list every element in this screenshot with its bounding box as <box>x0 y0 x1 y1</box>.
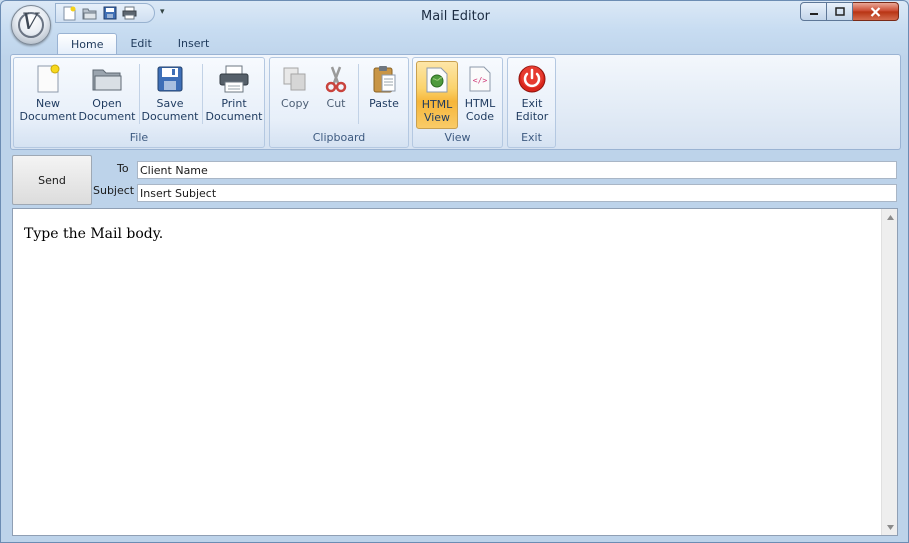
globe-page-icon <box>420 62 454 98</box>
cut-label: Cut <box>326 97 346 110</box>
html-view-label-line2: View <box>423 111 451 124</box>
tab-edit[interactable]: Edit <box>117 33 164 55</box>
group-label-clipboard: Clipboard <box>312 131 366 144</box>
app-window: ▾ Mail Editor V Home Edit Insert New Doc… <box>0 0 909 543</box>
to-label: To <box>117 162 129 175</box>
copy-label: Copy <box>281 97 309 110</box>
html-view-label-line1: HTML <box>421 98 453 111</box>
ribbon-tabs: Home Edit Insert <box>57 33 222 55</box>
clipboard-group-separator <box>358 64 359 124</box>
print-document-label-line1: Print <box>221 97 247 110</box>
code-page-icon: </> <box>463 61 497 97</box>
close-icon <box>870 6 881 17</box>
save-document-label-line2: Document <box>141 110 199 123</box>
ribbon-panel: New Document Open Document Save Document <box>10 54 901 150</box>
ribbon-group-exit: Exit Editor Exit <box>507 57 556 148</box>
html-view-button[interactable]: HTML View <box>416 61 458 129</box>
paste-button[interactable]: Paste <box>364 61 404 129</box>
printer-icon <box>217 61 251 97</box>
close-button[interactable] <box>853 2 899 21</box>
open-document-button[interactable]: Open Document <box>77 61 137 129</box>
new-document-button[interactable]: New Document <box>18 61 78 129</box>
maximize-icon <box>834 7 845 16</box>
html-code-button[interactable]: </> HTML Code <box>459 61 501 129</box>
svg-text:</>: </> <box>473 76 488 85</box>
mail-body-editor[interactable]: Type the Mail body. <box>12 208 898 536</box>
ribbon-group-file: New Document Open Document Save Document <box>13 57 265 148</box>
clipboard-paste-icon <box>367 61 401 97</box>
open-document-label-line2: Document <box>78 110 136 123</box>
open-document-label-line1: Open <box>92 97 122 110</box>
app-logo-letter: V <box>22 10 38 35</box>
scroll-down-arrow-icon[interactable] <box>882 519 898 535</box>
minimize-button[interactable] <box>800 2 827 21</box>
html-code-label-line2: Code <box>465 110 495 123</box>
window-controls <box>800 2 899 21</box>
exit-editor-button[interactable]: Exit Editor <box>511 61 553 129</box>
send-button[interactable]: Send <box>12 155 92 205</box>
file-group-separator-2 <box>202 64 203 124</box>
maximize-button[interactable] <box>827 2 853 21</box>
paste-label: Paste <box>369 97 399 110</box>
subject-input[interactable] <box>137 184 897 202</box>
save-disk-icon <box>153 61 187 97</box>
tab-home[interactable]: Home <box>57 33 118 55</box>
new-document-label-line1: New <box>36 97 60 110</box>
scissors-icon <box>319 61 353 97</box>
application-menu-button[interactable]: V <box>11 5 51 45</box>
exit-editor-label-line1: Exit <box>521 97 543 110</box>
group-label-exit: Exit <box>521 131 542 144</box>
editor-vertical-scrollbar[interactable] <box>881 209 897 535</box>
new-document-icon <box>31 61 65 97</box>
group-label-view: View <box>444 131 471 144</box>
new-document-label-line2: Document <box>19 110 77 123</box>
cut-button[interactable]: Cut <box>317 61 355 129</box>
print-document-label-line2: Document <box>205 110 263 123</box>
ribbon-group-view: HTML View </> HTML Code View <box>412 57 503 148</box>
open-folder-icon <box>90 61 124 97</box>
power-icon <box>515 61 549 97</box>
to-input[interactable] <box>137 161 897 179</box>
scroll-up-arrow-icon[interactable] <box>882 209 898 225</box>
exit-editor-label-line2: Editor <box>515 110 549 123</box>
subject-label: Subject <box>93 184 135 197</box>
print-document-button[interactable]: Print Document <box>204 61 264 129</box>
copy-icon <box>278 61 312 97</box>
tab-insert[interactable]: Insert <box>165 33 223 55</box>
group-label-file: File <box>129 131 149 144</box>
save-document-label-line1: Save <box>156 97 184 110</box>
minimize-icon <box>809 12 818 15</box>
copy-button[interactable]: Copy <box>276 61 314 129</box>
window-title: Mail Editor <box>420 9 490 24</box>
mail-body-text[interactable]: Type the Mail body. <box>24 226 163 242</box>
save-document-button[interactable]: Save Document <box>140 61 200 129</box>
title-bar[interactable]: ▾ Mail Editor <box>1 1 908 31</box>
html-code-label-line1: HTML <box>464 97 496 110</box>
ribbon-group-clipboard: Copy Cut Paste Clipboard <box>269 57 409 148</box>
